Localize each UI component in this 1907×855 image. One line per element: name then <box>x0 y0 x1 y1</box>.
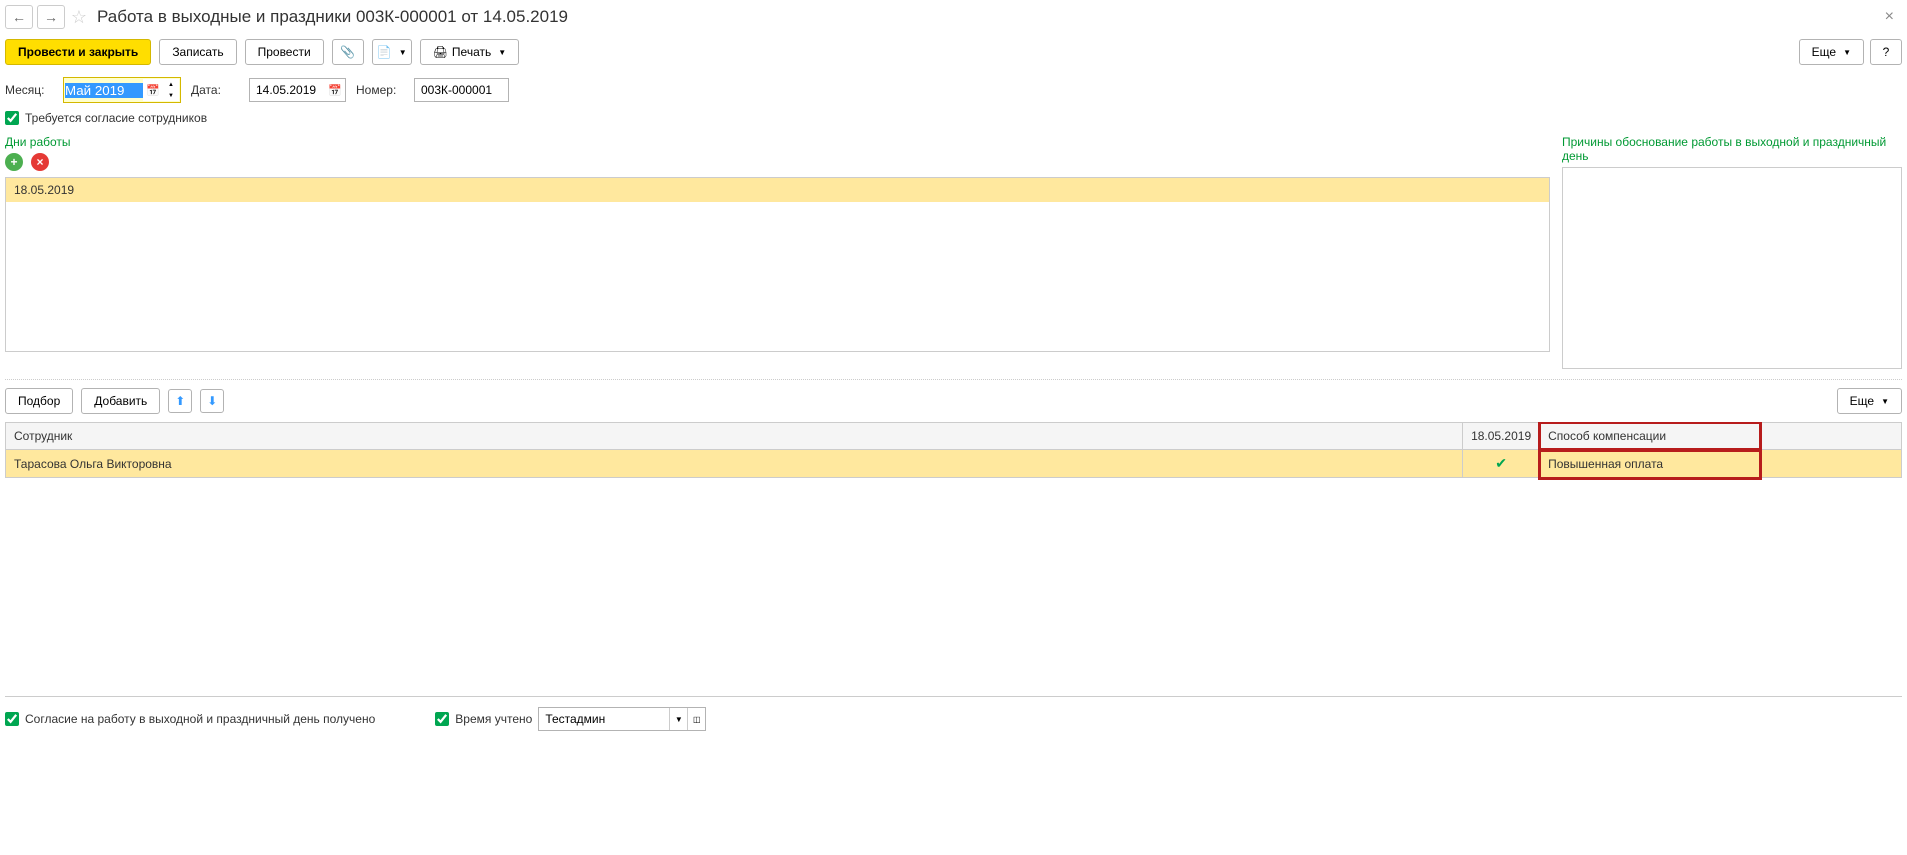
post-and-close-button[interactable]: Провести и закрыть <box>5 39 151 65</box>
help-button[interactable]: ? <box>1870 39 1902 65</box>
employee-table: Сотрудник 18.05.2019 Способ компенсации … <box>5 422 1902 478</box>
workdays-section-label: Дни работы <box>5 135 1550 149</box>
lower-more-button[interactable]: Еще ▼ <box>1837 388 1902 414</box>
time-tracked-checkbox[interactable] <box>435 712 449 726</box>
table-row[interactable]: Тарасова Ольга Викторовна ✔ Повышенная о… <box>6 450 1902 478</box>
date-input[interactable] <box>250 79 325 101</box>
move-down-button[interactable]: ⬇ <box>200 389 224 413</box>
post-button[interactable]: Провести <box>245 39 324 65</box>
header-bar: ← → ☆ Работа в выходные и праздники 003К… <box>5 5 1902 29</box>
chevron-down-icon: ▼ <box>498 48 506 57</box>
workdays-list[interactable]: 18.05.2019 <box>5 177 1550 352</box>
time-select-wrapper: ▼ ◫ <box>538 707 706 731</box>
month-down-button[interactable]: ▼ <box>163 90 179 101</box>
separator <box>5 379 1902 380</box>
nav-forward-button[interactable]: → <box>37 5 65 29</box>
col-employee-header[interactable]: Сотрудник <box>6 423 1463 450</box>
chevron-down-icon: ▼ <box>1881 397 1889 406</box>
month-label: Месяц: <box>5 83 53 97</box>
more-label: Еще <box>1812 45 1836 59</box>
month-input-wrapper: 📅 ▲ ▼ <box>63 77 181 103</box>
cell-compensation[interactable]: Повышенная оплата <box>1540 450 1760 478</box>
consent-received-label: Согласие на работу в выходной и празднич… <box>25 712 375 726</box>
add-day-icon[interactable]: + <box>5 153 23 171</box>
document-icon: 📄 <box>377 45 392 59</box>
print-button[interactable]: 🖨 Печать ▼ <box>420 39 519 65</box>
cell-employee[interactable]: Тарасова Ольга Викторовна <box>6 450 1463 478</box>
print-label: Печать <box>452 45 491 59</box>
check-icon: ✔ <box>1495 455 1507 471</box>
cell-spacer <box>1760 450 1902 478</box>
attach-button[interactable]: 📎 <box>332 39 364 65</box>
printer-icon: 🖨 <box>433 45 448 59</box>
consent-received-checkbox[interactable] <box>5 712 19 726</box>
lower-more-label: Еще <box>1850 394 1874 408</box>
month-input[interactable] <box>65 83 143 98</box>
time-user-input[interactable] <box>539 708 669 730</box>
col-compensation-header[interactable]: Способ компенсации <box>1540 423 1760 450</box>
consent-required-label: Требуется согласие сотрудников <box>25 111 207 125</box>
lower-toolbar: Подбор Добавить ⬆ ⬇ Еще ▼ <box>5 388 1902 414</box>
page-title: Работа в выходные и праздники 003К-00000… <box>97 7 568 27</box>
cell-date-check[interactable]: ✔ <box>1463 450 1540 478</box>
create-based-button[interactable]: 📄 ▼ <box>372 39 412 65</box>
save-button[interactable]: Записать <box>159 39 236 65</box>
more-button[interactable]: Еще ▼ <box>1799 39 1864 65</box>
consent-required-checkbox[interactable] <box>5 111 19 125</box>
col-spacer <box>1760 423 1902 450</box>
move-up-button[interactable]: ⬆ <box>168 389 192 413</box>
chevron-down-icon: ▼ <box>399 48 407 57</box>
date-calendar-button[interactable]: 📅 <box>325 79 345 101</box>
number-input[interactable] <box>414 78 509 102</box>
time-tracked-label: Время учтено <box>455 712 532 726</box>
consent-checkbox-row: Требуется согласие сотрудников <box>5 111 1902 125</box>
date-label: Дата: <box>191 83 239 97</box>
month-calendar-button[interactable]: 📅 <box>143 79 163 101</box>
footer-row: Согласие на работу в выходной и празднич… <box>5 707 1902 731</box>
favorite-star-icon[interactable]: ☆ <box>69 7 89 27</box>
time-open-button[interactable]: ◫ <box>687 708 705 730</box>
delete-day-icon[interactable]: × <box>31 153 49 171</box>
form-fields-row: Месяц: 📅 ▲ ▼ Дата: 📅 Номер: <box>5 77 1902 103</box>
col-date-header[interactable]: 18.05.2019 <box>1463 423 1540 450</box>
add-button[interactable]: Добавить <box>81 388 160 414</box>
reasons-section-label: Причины обоснование работы в выходной и … <box>1562 135 1902 163</box>
employee-table-container: Сотрудник 18.05.2019 Способ компенсации … <box>5 422 1902 697</box>
paperclip-icon: 📎 <box>340 45 355 59</box>
month-up-button[interactable]: ▲ <box>163 79 179 90</box>
time-dropdown-button[interactable]: ▼ <box>669 708 687 730</box>
number-label: Номер: <box>356 83 404 97</box>
close-icon[interactable]: × <box>1877 8 1902 26</box>
nav-back-button[interactable]: ← <box>5 5 33 29</box>
workday-item[interactable]: 18.05.2019 <box>6 178 1549 202</box>
date-input-wrapper: 📅 <box>249 78 346 102</box>
middle-sections: Дни работы + × 18.05.2019 Причины обосно… <box>5 135 1902 369</box>
reasons-textarea[interactable] <box>1562 167 1902 369</box>
main-toolbar: Провести и закрыть Записать Провести 📎 📄… <box>5 39 1902 65</box>
select-button[interactable]: Подбор <box>5 388 73 414</box>
chevron-down-icon: ▼ <box>1843 48 1851 57</box>
